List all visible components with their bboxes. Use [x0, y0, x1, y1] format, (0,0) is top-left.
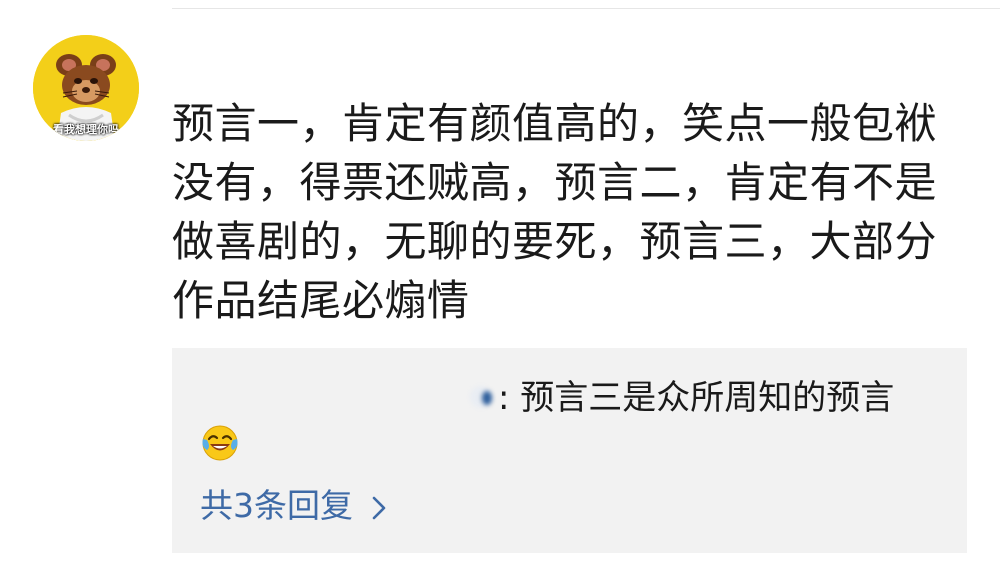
- comment-text: 预言一，肯定有颜值高的，笑点一般包袱没有，得票还贼高，预言二，肯定有不是做喜剧的…: [172, 99, 938, 325]
- top-divider: [172, 8, 1000, 9]
- avatar-caption: 看我想理你吗: [53, 123, 119, 136]
- crying-laughing-emoji-icon: [200, 423, 240, 463]
- reply-username-blurred[interactable]: [470, 382, 498, 412]
- reply-count-label: 共3条回复: [200, 486, 353, 525]
- chevron-right-icon: [369, 490, 389, 520]
- reply-text: : 预言三是众所周知的预言: [498, 378, 895, 418]
- view-replies-link[interactable]: 共3条回复: [200, 480, 389, 526]
- avatar[interactable]: 看我想理你吗: [33, 35, 139, 141]
